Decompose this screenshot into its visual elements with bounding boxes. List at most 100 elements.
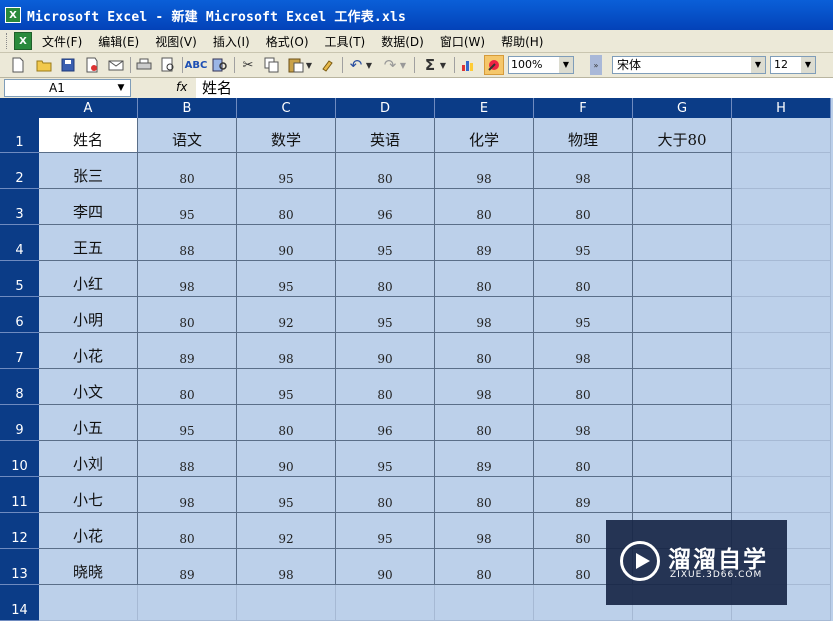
cell-g11[interactable] bbox=[633, 477, 732, 513]
cell-a8[interactable]: 小文 bbox=[39, 369, 138, 405]
print-preview-icon[interactable] bbox=[158, 55, 178, 75]
cell-d14[interactable] bbox=[336, 585, 435, 621]
chevron-down-icon[interactable]: ▼ bbox=[559, 57, 573, 73]
cell-a4[interactable]: 王五 bbox=[39, 225, 138, 261]
cell-g2[interactable] bbox=[633, 153, 732, 189]
cell-g9[interactable] bbox=[633, 405, 732, 441]
cell-f1[interactable]: 物理 bbox=[534, 118, 633, 153]
new-icon[interactable] bbox=[8, 55, 28, 75]
cell-d1[interactable]: 英语 bbox=[336, 118, 435, 153]
paste-icon[interactable] bbox=[286, 55, 306, 75]
cell-d3[interactable]: 96 bbox=[336, 189, 435, 225]
row-header-10[interactable]: 10 bbox=[0, 441, 39, 477]
autosum-icon[interactable]: Σ bbox=[420, 55, 440, 75]
column-header-g[interactable]: G bbox=[633, 98, 732, 118]
column-header-a[interactable]: A bbox=[39, 98, 138, 118]
row-header-3[interactable]: 3 bbox=[0, 189, 39, 225]
cell-f10[interactable]: 80 bbox=[534, 441, 633, 477]
save-icon[interactable] bbox=[58, 55, 78, 75]
column-header-d[interactable]: D bbox=[336, 98, 435, 118]
function-icon[interactable]: fx bbox=[176, 80, 187, 94]
cell-b5[interactable]: 98 bbox=[138, 261, 237, 297]
cell-a3[interactable]: 李四 bbox=[39, 189, 138, 225]
cell-g5[interactable] bbox=[633, 261, 732, 297]
open-icon[interactable] bbox=[34, 55, 54, 75]
row-header-14[interactable]: 14 bbox=[0, 585, 39, 621]
cell-d10[interactable]: 95 bbox=[336, 441, 435, 477]
cell-f4[interactable]: 95 bbox=[534, 225, 633, 261]
cell-c10[interactable]: 90 bbox=[237, 441, 336, 477]
cell-e5[interactable]: 80 bbox=[435, 261, 534, 297]
cell-a14[interactable] bbox=[39, 585, 138, 621]
cell-c6[interactable]: 92 bbox=[237, 297, 336, 333]
cell-e1[interactable]: 化学 bbox=[435, 118, 534, 153]
cut-icon[interactable]: ✂ bbox=[238, 55, 258, 75]
cell-c1[interactable]: 数学 bbox=[237, 118, 336, 153]
cell-b4[interactable]: 88 bbox=[138, 225, 237, 261]
cell-a7[interactable]: 小花 bbox=[39, 333, 138, 369]
cell-e4[interactable]: 89 bbox=[435, 225, 534, 261]
cell-e13[interactable]: 80 bbox=[435, 549, 534, 585]
cell-f6[interactable]: 95 bbox=[534, 297, 633, 333]
cell-c11[interactable]: 95 bbox=[237, 477, 336, 513]
cell-g6[interactable] bbox=[633, 297, 732, 333]
cell-d8[interactable]: 80 bbox=[336, 369, 435, 405]
cell-c4[interactable]: 90 bbox=[237, 225, 336, 261]
cell-e2[interactable]: 98 bbox=[435, 153, 534, 189]
menu-file[interactable]: 文件(F) bbox=[42, 33, 82, 50]
cell-c8[interactable]: 95 bbox=[237, 369, 336, 405]
cell-b14[interactable] bbox=[138, 585, 237, 621]
redo-dropdown-icon[interactable]: ▼ bbox=[398, 55, 408, 75]
cell-a5[interactable]: 小红 bbox=[39, 261, 138, 297]
cell-a12[interactable]: 小花 bbox=[39, 513, 138, 549]
cell-a10[interactable]: 小刘 bbox=[39, 441, 138, 477]
row-header-9[interactable]: 9 bbox=[0, 405, 39, 441]
column-header-h[interactable]: H bbox=[732, 98, 831, 118]
name-box[interactable]: A1 ▼ bbox=[4, 79, 131, 97]
cell-b1[interactable]: 语文 bbox=[138, 118, 237, 153]
menu-window[interactable]: 窗口(W) bbox=[440, 33, 485, 50]
cell-b11[interactable]: 98 bbox=[138, 477, 237, 513]
copy-icon[interactable] bbox=[262, 55, 282, 75]
cell-e10[interactable]: 89 bbox=[435, 441, 534, 477]
font-select[interactable]: 宋体 ▼ bbox=[612, 56, 766, 74]
cell-c7[interactable]: 98 bbox=[237, 333, 336, 369]
cell-f11[interactable]: 89 bbox=[534, 477, 633, 513]
cell-d13[interactable]: 90 bbox=[336, 549, 435, 585]
email-icon[interactable] bbox=[106, 55, 126, 75]
cell-h10[interactable] bbox=[732, 441, 831, 477]
cell-g1[interactable]: 大于80 bbox=[633, 118, 732, 153]
autosum-dropdown-icon[interactable]: ▼ bbox=[438, 55, 448, 75]
menu-grip[interactable] bbox=[6, 33, 10, 49]
chart-wizard-icon[interactable] bbox=[458, 55, 478, 75]
cell-d12[interactable]: 95 bbox=[336, 513, 435, 549]
cell-e9[interactable]: 80 bbox=[435, 405, 534, 441]
permission-icon[interactable] bbox=[82, 55, 102, 75]
cell-g10[interactable] bbox=[633, 441, 732, 477]
format-painter-icon[interactable] bbox=[318, 55, 338, 75]
cell-e3[interactable]: 80 bbox=[435, 189, 534, 225]
research-icon[interactable] bbox=[210, 55, 230, 75]
undo-icon[interactable]: ↶ bbox=[346, 55, 366, 75]
print-icon[interactable] bbox=[134, 55, 154, 75]
chevron-down-icon[interactable]: ▼ bbox=[112, 80, 130, 96]
cell-c14[interactable] bbox=[237, 585, 336, 621]
cell-d9[interactable]: 96 bbox=[336, 405, 435, 441]
cell-b6[interactable]: 80 bbox=[138, 297, 237, 333]
cell-d7[interactable]: 90 bbox=[336, 333, 435, 369]
cell-f7[interactable]: 98 bbox=[534, 333, 633, 369]
row-header-13[interactable]: 13 bbox=[0, 549, 39, 585]
row-header-8[interactable]: 8 bbox=[0, 369, 39, 405]
cell-f2[interactable]: 98 bbox=[534, 153, 633, 189]
cell-a2[interactable]: 张三 bbox=[39, 153, 138, 189]
row-header-6[interactable]: 6 bbox=[0, 297, 39, 333]
cell-f8[interactable]: 80 bbox=[534, 369, 633, 405]
cell-h6[interactable] bbox=[732, 297, 831, 333]
cell-h2[interactable] bbox=[732, 153, 831, 189]
paste-dropdown-icon[interactable]: ▼ bbox=[304, 55, 314, 75]
cell-a1[interactable]: 姓名 bbox=[39, 118, 138, 153]
cell-c2[interactable]: 95 bbox=[237, 153, 336, 189]
chevron-down-icon[interactable]: ▼ bbox=[801, 57, 815, 73]
cell-h9[interactable] bbox=[732, 405, 831, 441]
undo-dropdown-icon[interactable]: ▼ bbox=[364, 55, 374, 75]
